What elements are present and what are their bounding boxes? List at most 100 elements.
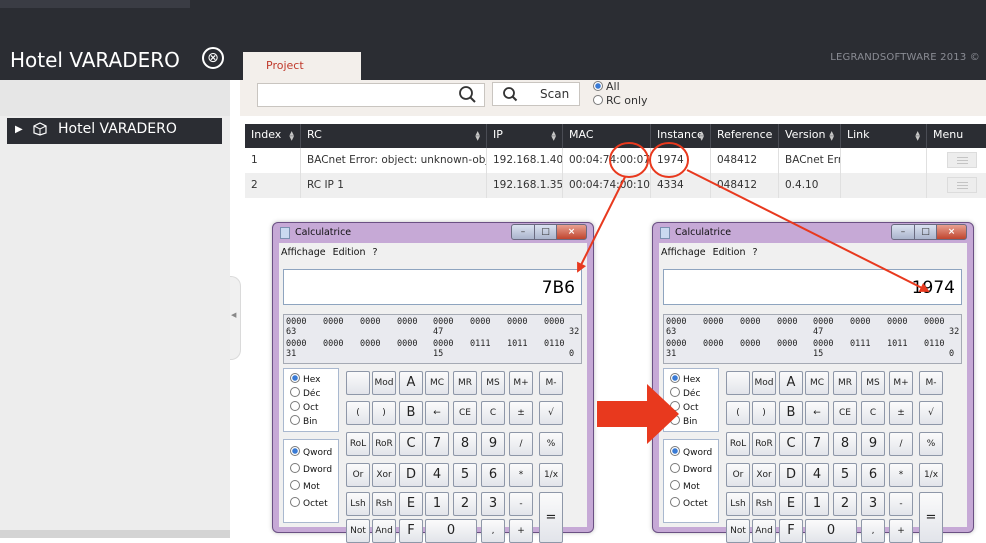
- calc-key[interactable]: 0: [805, 519, 857, 543]
- radio-word-option[interactable]: Dword: [670, 463, 712, 477]
- row-menu-button[interactable]: [947, 152, 977, 168]
- calc-key[interactable]: 2: [833, 492, 857, 516]
- calc-key[interactable]: A: [399, 371, 423, 395]
- calc-key[interactable]: ): [372, 401, 396, 425]
- calc-key[interactable]: 9: [861, 432, 885, 456]
- calc-key[interactable]: [726, 371, 750, 395]
- radio-rc-only[interactable]: RC only: [593, 94, 648, 108]
- menu-item[interactable]: Edition: [333, 247, 366, 258]
- calculator-titlebar[interactable]: Calculatrice – □ ×: [273, 223, 593, 243]
- calc-key[interactable]: Lsh: [346, 492, 370, 516]
- calc-key[interactable]: F: [399, 519, 423, 543]
- calc-key[interactable]: 6: [481, 463, 505, 487]
- table-row[interactable]: 1 BACnet Error: object: unknown-object 1…: [245, 148, 986, 173]
- calc-key[interactable]: MR: [453, 371, 477, 395]
- calc-key[interactable]: CE: [833, 401, 857, 425]
- radio-word-option[interactable]: Mot: [290, 480, 320, 494]
- calc-key[interactable]: 7: [425, 432, 449, 456]
- sidebar-collapse-handle[interactable]: ◀: [230, 276, 241, 360]
- calc-key[interactable]: Xor: [752, 463, 776, 487]
- maximize-button[interactable]: □: [534, 224, 557, 240]
- calc-key[interactable]: MC: [425, 371, 449, 395]
- calc-key[interactable]: MS: [861, 371, 885, 395]
- col-rc[interactable]: RC ▲ ▼: [301, 124, 487, 148]
- calc-key[interactable]: Rsh: [372, 492, 396, 516]
- calc-key[interactable]: =: [919, 492, 943, 543]
- calc-key[interactable]: RoL: [726, 432, 750, 456]
- calc-key[interactable]: 7: [805, 432, 829, 456]
- calc-key[interactable]: 2: [453, 492, 477, 516]
- col-version[interactable]: Version ▲ ▼: [779, 124, 841, 148]
- calc-key[interactable]: 6: [861, 463, 885, 487]
- calc-key[interactable]: -: [509, 492, 533, 516]
- search-icon[interactable]: [454, 83, 482, 105]
- calc-key[interactable]: Mod: [372, 371, 396, 395]
- calc-key[interactable]: RoR: [372, 432, 396, 456]
- sidebar-item-hotel[interactable]: ▶ Hotel VARADERO: [7, 118, 222, 144]
- close-project-icon[interactable]: ⊗: [202, 47, 224, 69]
- calc-key[interactable]: 5: [453, 463, 477, 487]
- calc-key[interactable]: And: [372, 519, 396, 543]
- calc-key[interactable]: /: [889, 432, 913, 456]
- calc-key[interactable]: (: [726, 401, 750, 425]
- calc-key[interactable]: B: [779, 401, 803, 425]
- calc-key[interactable]: Lsh: [726, 492, 750, 516]
- search-input[interactable]: [257, 83, 485, 107]
- row-menu-button[interactable]: [947, 177, 977, 193]
- menu-item[interactable]: ?: [373, 247, 378, 258]
- radio-word-option[interactable]: Dword: [290, 463, 332, 477]
- calc-key[interactable]: Or: [726, 463, 750, 487]
- calc-key[interactable]: 1/x: [539, 463, 563, 487]
- scan-button[interactable]: Scan: [492, 82, 580, 106]
- col-instance[interactable]: Instance ▲ ▼: [651, 124, 711, 148]
- calc-key[interactable]: MR: [833, 371, 857, 395]
- calc-key[interactable]: RoR: [752, 432, 776, 456]
- menu-item[interactable]: Affichage: [661, 247, 706, 258]
- calc-key[interactable]: 9: [481, 432, 505, 456]
- calc-key[interactable]: RoL: [346, 432, 370, 456]
- calc-key[interactable]: +: [889, 519, 913, 543]
- calc-key[interactable]: ,: [481, 519, 505, 543]
- radio-all[interactable]: All: [593, 80, 648, 94]
- calc-key[interactable]: ←: [805, 401, 829, 425]
- calc-key[interactable]: 1/x: [919, 463, 943, 487]
- radio-base-option[interactable]: Bin: [290, 415, 317, 429]
- calc-key[interactable]: CE: [453, 401, 477, 425]
- calc-key[interactable]: M+: [889, 371, 913, 395]
- calc-key[interactable]: *: [889, 463, 913, 487]
- calc-key[interactable]: %: [539, 432, 563, 456]
- maximize-button[interactable]: □: [914, 224, 937, 240]
- calc-key[interactable]: 1: [425, 492, 449, 516]
- calc-key[interactable]: C: [481, 401, 505, 425]
- expand-arrow-icon[interactable]: ▶: [15, 124, 23, 135]
- calc-key[interactable]: [346, 371, 370, 395]
- menu-item[interactable]: Affichage: [281, 247, 326, 258]
- calc-key[interactable]: A: [779, 371, 803, 395]
- radio-base-option[interactable]: Oct: [290, 401, 319, 415]
- calc-key[interactable]: =: [539, 492, 563, 543]
- tab-project[interactable]: Project: [243, 52, 361, 80]
- col-index[interactable]: Index ▲ ▼: [245, 124, 301, 148]
- calc-key[interactable]: Rsh: [752, 492, 776, 516]
- calc-key[interactable]: MC: [805, 371, 829, 395]
- calc-key[interactable]: MS: [481, 371, 505, 395]
- calc-key[interactable]: D: [779, 463, 803, 487]
- radio-word-option[interactable]: Qword: [670, 446, 712, 460]
- table-row[interactable]: 2 RC IP 1 192.168.1.35 00:04:74:00:10:EE…: [245, 173, 986, 198]
- calc-key[interactable]: M-: [539, 371, 563, 395]
- calc-key[interactable]: C: [861, 401, 885, 425]
- calc-key[interactable]: +: [509, 519, 533, 543]
- menu-item[interactable]: ?: [753, 247, 758, 258]
- calc-key[interactable]: Not: [346, 519, 370, 543]
- radio-word-option[interactable]: Octet: [290, 497, 328, 511]
- calc-key[interactable]: ±: [509, 401, 533, 425]
- calc-key[interactable]: C: [399, 432, 423, 456]
- calculator-titlebar[interactable]: Calculatrice – □ ×: [653, 223, 973, 243]
- calc-key[interactable]: 1: [805, 492, 829, 516]
- calc-key[interactable]: /: [509, 432, 533, 456]
- calc-key[interactable]: M+: [509, 371, 533, 395]
- radio-base-option[interactable]: Déc: [290, 387, 320, 401]
- minimize-button[interactable]: –: [511, 224, 535, 240]
- calc-key[interactable]: 3: [861, 492, 885, 516]
- calc-key[interactable]: And: [752, 519, 776, 543]
